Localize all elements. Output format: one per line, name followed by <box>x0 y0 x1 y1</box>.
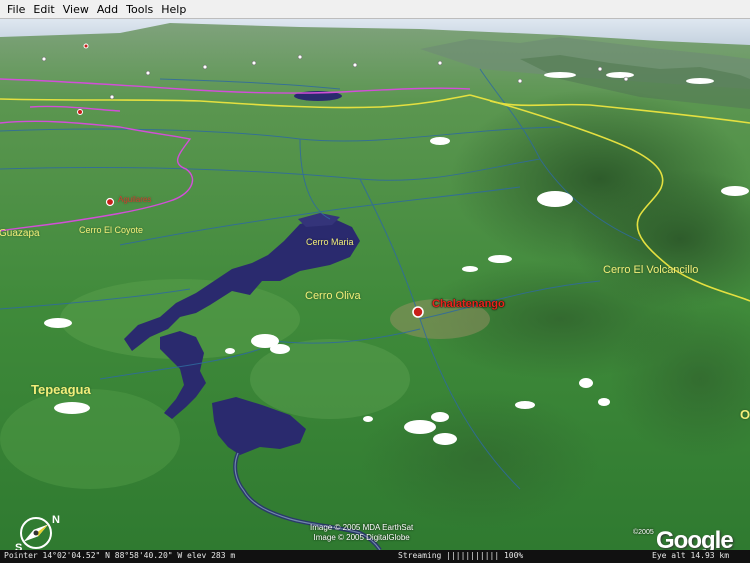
copyright-line-1: Image © 2005 MDA EarthSat <box>310 523 414 532</box>
google-copyright-year: ©2005 <box>633 529 654 536</box>
chalatenango-marker[interactable] <box>412 306 424 318</box>
menu-file[interactable]: File <box>3 0 29 19</box>
compass-south-label: S <box>15 542 22 550</box>
label-aguilares: Aguilares <box>118 195 152 204</box>
label-cerro-oliva: Cerro Oliva <box>305 290 361 302</box>
label-cerro-el-coyote: Cerro El Coyote <box>79 225 144 235</box>
label-tepeagua: Tepeagua <box>31 382 91 397</box>
pointer-coordinates: Pointer 14°02'04.52" N 88°58'40.20" W el… <box>4 551 236 560</box>
menu-bar: File Edit View Add Tools Help <box>0 0 750 19</box>
map-viewport[interactable]: Aguilares Cerro El Coyote Guazapa Cerro … <box>0 19 750 550</box>
menu-tools[interactable]: Tools <box>122 0 157 19</box>
label-chalatenango: Chalatenango <box>432 298 505 310</box>
aguilares-marker[interactable] <box>105 197 115 207</box>
menu-edit[interactable]: Edit <box>29 0 58 19</box>
eye-altitude: Eye alt 14.93 km <box>652 551 730 560</box>
label-guazapa: Guazapa <box>0 228 40 239</box>
label-cerro-el-volcancillo: Cerro El Volcancillo <box>603 264 699 276</box>
menu-view[interactable]: View <box>59 0 93 19</box>
google-logo: Google <box>656 527 734 550</box>
town-marker[interactable] <box>77 109 83 115</box>
town-markers <box>77 43 424 318</box>
menu-add[interactable]: Add <box>93 0 122 19</box>
imagery-copyright: Image © 2005 MDA EarthSat Image © 2005 D… <box>310 523 413 543</box>
copyright-line-2: Image © 2005 DigitalGlobe <box>313 533 410 542</box>
streaming-status: Streaming ||||||||||| 100% <box>398 551 524 560</box>
label-cerro-maria: Cerro Maria <box>306 237 354 247</box>
compass-north-label: N <box>52 514 60 526</box>
menu-help[interactable]: Help <box>157 0 190 19</box>
status-bar: Pointer 14°02'04.52" N 88°58'40.20" W el… <box>0 550 750 563</box>
label-edge-o: O <box>740 407 750 422</box>
town-marker[interactable] <box>83 43 89 49</box>
